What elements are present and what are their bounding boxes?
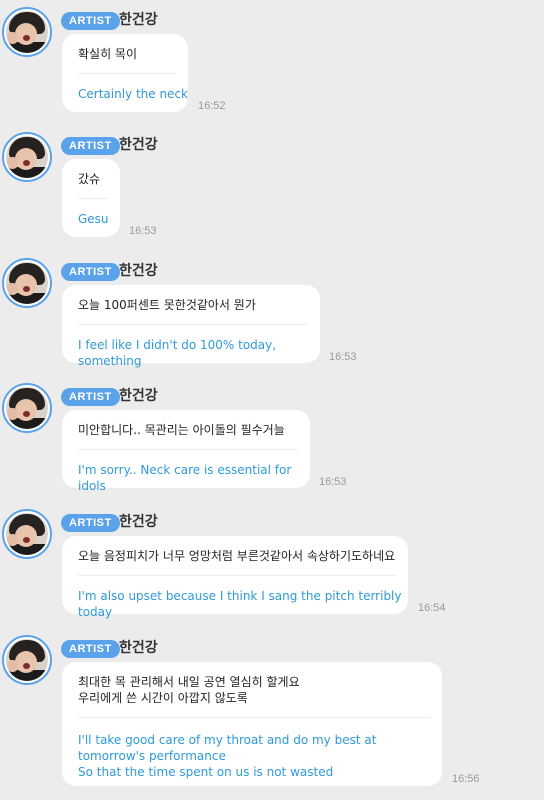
message-timestamp: 16:53 (319, 476, 347, 488)
message-bubble[interactable]: 미안합니다.. 목관리는 아이돌의 필수거늘 I'm sorry.. Neck … (62, 410, 310, 493)
avatar-photo (6, 387, 48, 429)
artist-name[interactable]: 한건강 (119, 135, 158, 155)
translation-divider (78, 198, 108, 199)
message-original-text: 갔슈 (78, 172, 101, 186)
message-original-text: 오늘 음정피치가 너무 엉망처럼 부른것같아서 속상하기도하네요 (78, 549, 396, 563)
message-timestamp: 16:56 (452, 773, 480, 785)
avatar-photo (6, 136, 48, 178)
artist-name[interactable]: 한건강 (119, 261, 158, 281)
translation-divider (78, 717, 430, 718)
message-timestamp: 16:53 (129, 225, 157, 237)
message-translation-text: I'm sorry.. Neck care is essential for i… (78, 463, 292, 493)
message-bubble[interactable]: 확실히 목이 Certainly the neck (62, 34, 188, 112)
message-bubble[interactable]: 갔슈 Gesu (62, 159, 120, 237)
avatar-photo (6, 513, 48, 555)
artist-avatar[interactable] (2, 258, 52, 308)
chat-message: ARTIST 한건강 미안합니다.. 목관리는 아이돌의 필수거늘 I'm so… (0, 376, 544, 501)
chat-feed[interactable]: ARTIST 한건강 확실히 목이 Certainly the neck 16:… (0, 0, 544, 800)
translation-divider (78, 449, 298, 450)
message-translation-text: I'll take good care of my throat and do … (78, 733, 377, 779)
artist-avatar[interactable] (2, 7, 52, 57)
chat-message: ARTIST 한건강 최대한 목 관리해서 내일 공연 열심히 할게요 우리에게… (0, 628, 544, 800)
avatar-photo (6, 11, 48, 53)
message-timestamp: 16:53 (329, 351, 357, 363)
artist-avatar[interactable] (2, 383, 52, 433)
message-translation-text: I feel like I didn't do 100% today, some… (78, 338, 277, 368)
translation-divider (78, 73, 176, 74)
avatar-photo (6, 262, 48, 304)
artist-badge: ARTIST (61, 12, 120, 30)
translation-divider (78, 324, 308, 325)
message-timestamp: 16:52 (198, 100, 226, 112)
message-original-text: 확실히 목이 (78, 47, 138, 61)
artist-name[interactable]: 한건강 (119, 10, 158, 30)
message-bubble[interactable]: 최대한 목 관리해서 내일 공연 열심히 할게요 우리에게 쓴 시간이 아깝지 … (62, 662, 442, 786)
chat-message: ARTIST 한건강 갔슈 Gesu 16:53 (0, 125, 544, 250)
message-timestamp: 16:54 (418, 602, 446, 614)
artist-badge: ARTIST (61, 640, 120, 658)
message-original-text: 미안합니다.. 목관리는 아이돌의 필수거늘 (78, 423, 285, 437)
artist-badge: ARTIST (61, 263, 120, 281)
chat-message: ARTIST 한건강 오늘 음정피치가 너무 엉망처럼 부른것같아서 속상하기도… (0, 502, 544, 627)
translation-divider (78, 575, 396, 576)
artist-avatar[interactable] (2, 509, 52, 559)
message-original-text: 최대한 목 관리해서 내일 공연 열심히 할게요 우리에게 쓴 시간이 아깝지 … (78, 675, 300, 705)
artist-avatar[interactable] (2, 132, 52, 182)
artist-name[interactable]: 한건강 (119, 512, 158, 532)
artist-badge: ARTIST (61, 388, 120, 406)
message-bubble[interactable]: 오늘 음정피치가 너무 엉망처럼 부른것같아서 속상하기도하네요 I'm als… (62, 536, 408, 619)
message-translation-text: I'm also upset because I think I sang th… (78, 589, 402, 619)
artist-badge: ARTIST (61, 137, 120, 155)
artist-avatar[interactable] (2, 635, 52, 685)
message-original-text: 오늘 100퍼센트 못한것같아서 뭔가 (78, 298, 256, 312)
chat-message: ARTIST 한건강 오늘 100퍼센트 못한것같아서 뭔가 I feel li… (0, 251, 544, 376)
artist-badge: ARTIST (61, 514, 120, 532)
artist-name[interactable]: 한건강 (119, 638, 158, 658)
artist-name[interactable]: 한건강 (119, 386, 158, 406)
avatar-photo (6, 639, 48, 681)
chat-message: ARTIST 한건강 확실히 목이 Certainly the neck 16:… (0, 0, 544, 125)
message-translation-text: Certainly the neck (78, 87, 188, 101)
message-bubble[interactable]: 오늘 100퍼센트 못한것같아서 뭔가 I feel like I didn't… (62, 285, 320, 368)
message-translation-text: Gesu (78, 212, 109, 226)
